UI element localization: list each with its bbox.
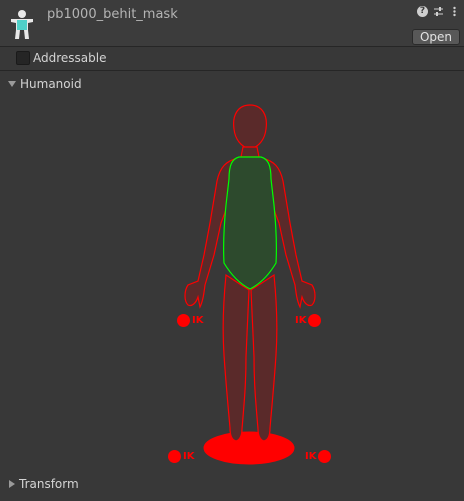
ik-dot-icon [308,314,322,327]
humanoid-foldout[interactable]: Humanoid [8,76,82,92]
transform-label: Transform [19,477,79,491]
left-foot-ik-toggle[interactable]: IK [168,450,194,463]
addressable-checkbox[interactable] [16,51,30,65]
open-button[interactable]: Open [411,29,460,45]
ik-dot-icon [318,450,332,463]
left-hand-ik-toggle[interactable]: IK [177,314,203,327]
header-divider [0,46,464,47]
addressable-divider [0,70,464,71]
ik-dot-icon [177,314,190,327]
right-leg-mask-part[interactable] [250,273,278,442]
right-hand-ik-toggle[interactable]: IK [295,314,322,327]
ik-dot-icon [168,450,181,463]
expanded-arrow-icon [8,81,16,87]
asset-title: pb1000_behit_mask [47,7,178,22]
collapsed-arrow-icon [9,480,15,488]
humanoid-figure [184,104,316,465]
avatar-mask-icon [11,10,33,39]
head-mask-part[interactable] [233,104,267,150]
right-hand-ik-label: IK [295,315,307,326]
root-mask-part[interactable] [203,431,295,465]
body-mask-part[interactable] [223,156,277,290]
addressable-label: Addressable [33,51,107,65]
inspector-header: pb1000_behit_mask ? Open [0,0,464,46]
left-leg-mask-part[interactable] [222,273,250,442]
settings-sliders-icon[interactable] [433,6,444,17]
right-foot-ik-toggle[interactable]: IK [305,450,332,463]
neck-mask-part[interactable] [240,146,260,158]
help-icon[interactable]: ? [417,6,428,17]
addressable-row[interactable]: Addressable [0,48,464,68]
more-options-icon[interactable] [449,6,460,17]
right-foot-ik-label: IK [305,451,317,462]
humanoid-label: Humanoid [20,77,82,91]
avatar-mask-diagram: IK IK IK IK [0,95,464,470]
header-icons: ? [417,6,460,17]
left-hand-ik-label: IK [192,315,204,326]
transform-foldout[interactable]: Transform [8,476,79,492]
left-foot-ik-label: IK [183,451,195,462]
